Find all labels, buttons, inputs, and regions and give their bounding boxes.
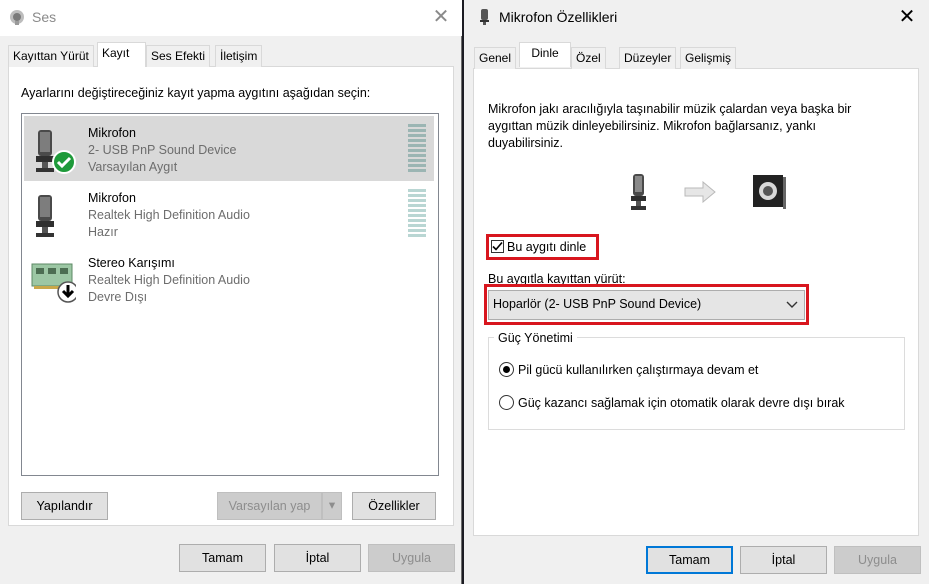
microphone-properties-titlebar: Mikrofon Özellikleri ✕ xyxy=(464,0,929,36)
power-management-label: Güç Yönetimi xyxy=(494,331,577,345)
level-meter xyxy=(408,189,426,241)
tab-levels[interactable]: Düzeyler xyxy=(619,47,677,69)
tab-recording[interactable]: Kayıt xyxy=(97,42,146,67)
listen-checkbox-label: Bu aygıtı dinle xyxy=(507,240,587,254)
power-management-group xyxy=(488,337,905,430)
checkmark-icon xyxy=(492,241,503,251)
sound-dialog-titlebar: Ses ✕ xyxy=(0,0,462,36)
microphone-icon xyxy=(631,174,646,210)
configure-button[interactable]: Yapılandır xyxy=(21,492,108,520)
device-item[interactable]: Mikrofon Realtek High Definition Audio H… xyxy=(24,181,434,246)
speaker-icon xyxy=(753,175,786,209)
playback-device-select[interactable]: Hoparlör (2- USB PnP Sound Device) xyxy=(488,290,805,320)
microphone-app-icon xyxy=(480,9,489,25)
apply-button[interactable]: Uygula xyxy=(834,546,921,574)
listen-checkbox[interactable] xyxy=(491,240,504,253)
set-default-button[interactable]: Varsayılan yap xyxy=(217,492,322,520)
device-item[interactable]: Mikrofon 2- USB PnP Sound Device Varsayı… xyxy=(24,116,434,181)
ok-button[interactable]: Tamam xyxy=(646,546,733,574)
close-icon[interactable]: ✕ xyxy=(430,6,452,28)
close-icon[interactable]: ✕ xyxy=(896,6,918,28)
cancel-button[interactable]: İptal xyxy=(740,546,827,574)
microphone-icon xyxy=(36,195,54,237)
playback-device-value: Hoparlör (2- USB PnP Sound Device) xyxy=(493,297,702,311)
power-option-label: Pil gücü kullanılırken çalıştırmaya deva… xyxy=(518,363,759,377)
sound-card-disabled-icon xyxy=(31,263,76,303)
power-option-auto-disable-radio[interactable] xyxy=(499,395,514,410)
window-title: Ses xyxy=(32,9,57,25)
device-name: Mikrofon xyxy=(88,126,136,140)
listen-description: Mikrofon jakı aracılığıyla taşınabilir m… xyxy=(488,102,852,150)
instruction-text: Ayarlarını değiştireceğiniz kayıt yapma … xyxy=(21,86,371,100)
microphone-default-icon xyxy=(36,130,76,174)
level-meter xyxy=(408,124,426,176)
ok-button[interactable]: Tamam xyxy=(179,544,266,572)
tab-advanced[interactable]: Gelişmiş xyxy=(680,47,737,69)
device-driver: 2- USB PnP Sound Device xyxy=(88,143,237,157)
device-name: Mikrofon xyxy=(88,191,136,205)
tab-custom[interactable]: Özel xyxy=(571,47,606,69)
tab-sound-effects[interactable]: Ses Efekti xyxy=(146,45,211,67)
arrow-right-icon xyxy=(684,181,716,203)
tab-playback[interactable]: Kayıttan Yürüt xyxy=(8,45,94,67)
cancel-button[interactable]: İptal xyxy=(274,544,361,572)
chevron-down-icon[interactable]: ▾ xyxy=(322,492,342,520)
power-option-label: Güç kazancı sağlamak için otomatik olara… xyxy=(518,396,845,410)
device-item[interactable]: Stereo Karışımı Realtek High Definition … xyxy=(24,246,434,311)
speaker-app-icon xyxy=(10,10,24,25)
properties-button[interactable]: Özellikler xyxy=(352,492,436,520)
window-title: Mikrofon Özellikleri xyxy=(499,9,618,25)
device-driver: Realtek High Definition Audio xyxy=(88,273,250,287)
device-status: Varsayılan Aygıt xyxy=(88,160,178,174)
tab-communications[interactable]: İletişim xyxy=(215,45,263,67)
device-driver: Realtek High Definition Audio xyxy=(88,208,250,222)
tab-listen[interactable]: Dinle xyxy=(519,42,571,67)
tab-general[interactable]: Genel xyxy=(474,47,517,69)
chevron-down-icon xyxy=(786,301,798,308)
apply-button[interactable]: Uygula xyxy=(368,544,455,572)
device-name: Stereo Karışımı xyxy=(88,256,175,270)
device-status: Hazır xyxy=(88,225,118,239)
power-option-keep-running-radio[interactable] xyxy=(499,362,514,377)
device-status: Devre Dışı xyxy=(88,290,148,304)
recording-device-list[interactable]: Mikrofon 2- USB PnP Sound Device Varsayı… xyxy=(21,113,439,476)
